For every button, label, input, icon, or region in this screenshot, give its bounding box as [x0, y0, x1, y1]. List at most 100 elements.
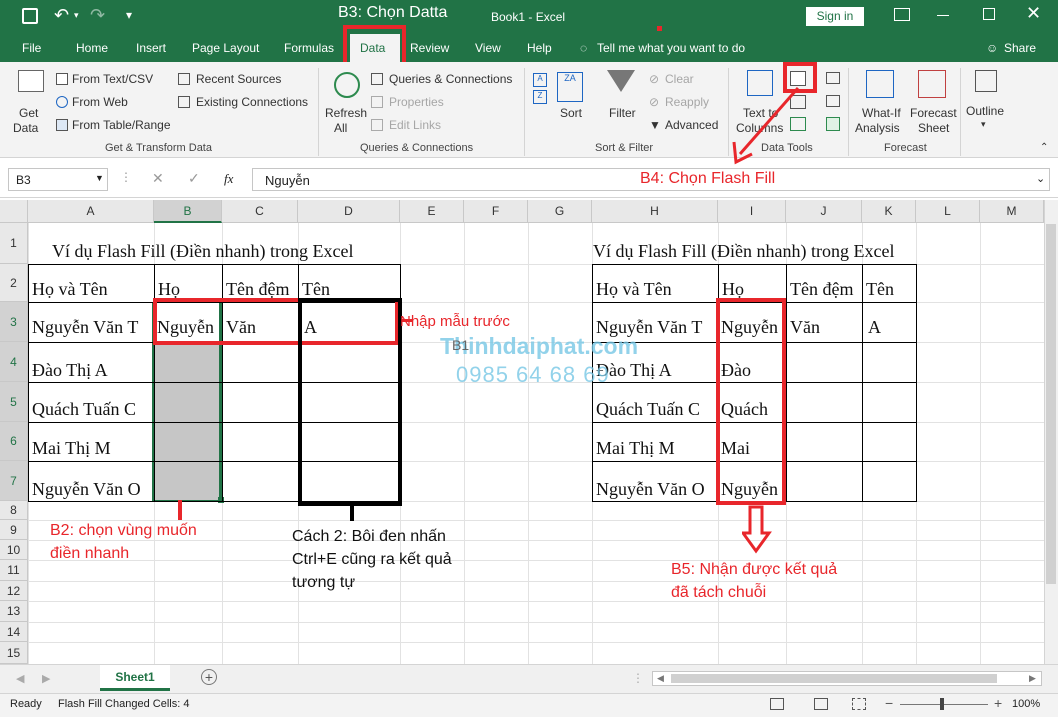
row-header-11[interactable]: 11 — [0, 560, 28, 581]
row-header-3[interactable]: 3 — [0, 302, 28, 342]
tell-me-search[interactable]: Tell me what you want to do — [597, 41, 745, 55]
column-header-J[interactable]: J — [786, 200, 862, 223]
tab-formulas[interactable]: Formulas — [284, 41, 334, 55]
vertical-scroll-thumb[interactable] — [1046, 224, 1056, 584]
column-header-H[interactable]: H — [592, 200, 718, 223]
outline-button[interactable]: Outline — [966, 104, 1004, 118]
data-model-icon[interactable] — [826, 117, 840, 131]
row-header-4[interactable]: 4 — [0, 342, 28, 382]
column-header-I[interactable]: I — [718, 200, 786, 223]
row-header-14[interactable]: 14 — [0, 622, 28, 642]
maximize-icon[interactable] — [983, 8, 995, 20]
normal-view-icon[interactable] — [770, 698, 784, 710]
tab-review[interactable]: Review — [410, 41, 449, 55]
row-header-5[interactable]: 5 — [0, 382, 28, 422]
close-icon[interactable]: ✕ — [1026, 3, 1041, 24]
row-header-7[interactable]: 7 — [0, 461, 28, 501]
column-header-B[interactable]: B — [154, 200, 222, 223]
zoom-slider[interactable] — [900, 704, 988, 705]
zoom-slider-thumb[interactable] — [940, 698, 944, 710]
ribbon-display-options-icon[interactable] — [894, 8, 910, 21]
add-sheet-icon[interactable]: + — [201, 669, 217, 685]
prev-sheet-icon[interactable]: ◀ — [16, 672, 24, 685]
undo-dropdown-icon[interactable]: ▾ — [74, 10, 79, 21]
sheet-tab-sheet1[interactable]: Sheet1 — [100, 665, 170, 691]
consolidate-icon[interactable] — [826, 72, 840, 84]
from-table-range-button[interactable]: From Table/Range — [72, 118, 171, 132]
insert-function-button[interactable]: fx — [224, 171, 233, 187]
row-header-2[interactable]: 2 — [0, 264, 28, 302]
minimize-icon[interactable] — [937, 15, 949, 16]
from-text-csv-button[interactable]: From Text/CSV — [72, 72, 153, 86]
refresh-all-button[interactable]: Refresh — [325, 106, 367, 120]
zoom-out-icon[interactable]: − — [885, 695, 893, 711]
from-web-button[interactable]: From Web — [72, 95, 128, 109]
properties-button[interactable]: Properties — [389, 95, 444, 109]
tab-splitter-icon[interactable]: ⋮ — [632, 671, 644, 685]
scroll-right-icon[interactable]: ▶ — [1029, 673, 1036, 684]
next-sheet-icon[interactable]: ▶ — [42, 672, 50, 685]
tab-page-layout[interactable]: Page Layout — [192, 41, 259, 55]
what-if-analysis-button[interactable]: What-If — [862, 106, 901, 120]
row-header-1[interactable]: 1 — [0, 223, 28, 264]
row-header-6[interactable]: 6 — [0, 422, 28, 461]
get-data-label-2[interactable]: Data — [13, 121, 38, 135]
select-all-corner[interactable] — [0, 200, 28, 223]
forecast-sheet-button[interactable]: Forecast — [910, 106, 957, 120]
column-header-M[interactable]: M — [980, 200, 1044, 223]
column-header-L[interactable]: L — [916, 200, 980, 223]
existing-connections-button[interactable]: Existing Connections — [196, 95, 308, 109]
page-layout-view-icon[interactable] — [814, 698, 828, 710]
share-button[interactable]: Share — [1004, 41, 1036, 55]
get-data-button[interactable]: Get — [19, 106, 38, 120]
zoom-in-icon[interactable]: + — [994, 695, 1002, 711]
column-header-K[interactable]: K — [862, 200, 916, 223]
column-header-A[interactable]: A — [28, 200, 154, 223]
tab-file[interactable]: File — [22, 41, 41, 55]
column-header-F[interactable]: F — [464, 200, 528, 223]
relationships-icon[interactable] — [826, 95, 840, 107]
row-header-12[interactable]: 12 — [0, 581, 28, 601]
reapply-button[interactable]: Reapply — [665, 95, 709, 109]
name-box-dropdown-icon[interactable]: ▼ — [95, 173, 104, 183]
filter-button[interactable]: Filter — [609, 106, 636, 120]
name-box[interactable]: B3 ▼ — [8, 168, 108, 191]
row-header-9[interactable]: 9 — [0, 520, 28, 540]
cancel-icon[interactable]: ✕ — [152, 170, 164, 187]
refresh-all-label-2[interactable]: All — [334, 121, 347, 135]
sort-button[interactable]: Sort — [560, 106, 582, 120]
edit-links-button[interactable]: Edit Links — [389, 118, 441, 132]
tab-view[interactable]: View — [475, 41, 501, 55]
save-icon[interactable] — [22, 8, 38, 24]
sort-az-icon[interactable]: A — [533, 73, 547, 87]
column-header-G[interactable]: G — [528, 200, 592, 223]
collapse-ribbon-icon[interactable]: ⌃ — [1040, 142, 1048, 153]
page-break-view-icon[interactable] — [852, 698, 866, 710]
enter-icon[interactable]: ✓ — [188, 170, 200, 187]
row-header-13[interactable]: 13 — [0, 601, 28, 622]
scroll-thumb[interactable] — [671, 674, 997, 683]
queries-connections-button[interactable]: Queries & Connections — [389, 72, 512, 86]
redo-icon[interactable]: ↷ — [90, 5, 105, 26]
tab-home[interactable]: Home — [76, 41, 108, 55]
advanced-button[interactable]: Advanced — [665, 118, 718, 132]
column-header-D[interactable]: D — [298, 200, 400, 223]
row-header-10[interactable]: 10 — [0, 540, 28, 560]
horizontal-scrollbar[interactable]: ◀ ▶ — [652, 671, 1042, 686]
column-header-E[interactable]: E — [400, 200, 464, 223]
row-header-15[interactable]: 15 — [0, 642, 28, 664]
fill-handle[interactable] — [218, 497, 224, 503]
scroll-left-icon[interactable]: ◀ — [657, 673, 664, 684]
expand-formula-icon[interactable]: ⌄ — [1036, 172, 1045, 185]
outline-dropdown-icon[interactable]: ▾ — [981, 119, 986, 130]
customize-qat-icon[interactable]: ▾ — [126, 8, 132, 22]
sort-za-icon[interactable]: Z — [533, 90, 547, 104]
zoom-level[interactable]: 100% — [1012, 698, 1040, 710]
column-header-C[interactable]: C — [222, 200, 298, 223]
undo-icon[interactable]: ↶ — [54, 5, 69, 26]
forecast-sheet-label-2[interactable]: Sheet — [918, 121, 949, 135]
clear-button[interactable]: Clear — [665, 72, 694, 86]
row-header-8[interactable]: 8 — [0, 501, 28, 520]
tab-insert[interactable]: Insert — [136, 41, 166, 55]
sign-in-button[interactable]: Sign in — [806, 7, 864, 26]
